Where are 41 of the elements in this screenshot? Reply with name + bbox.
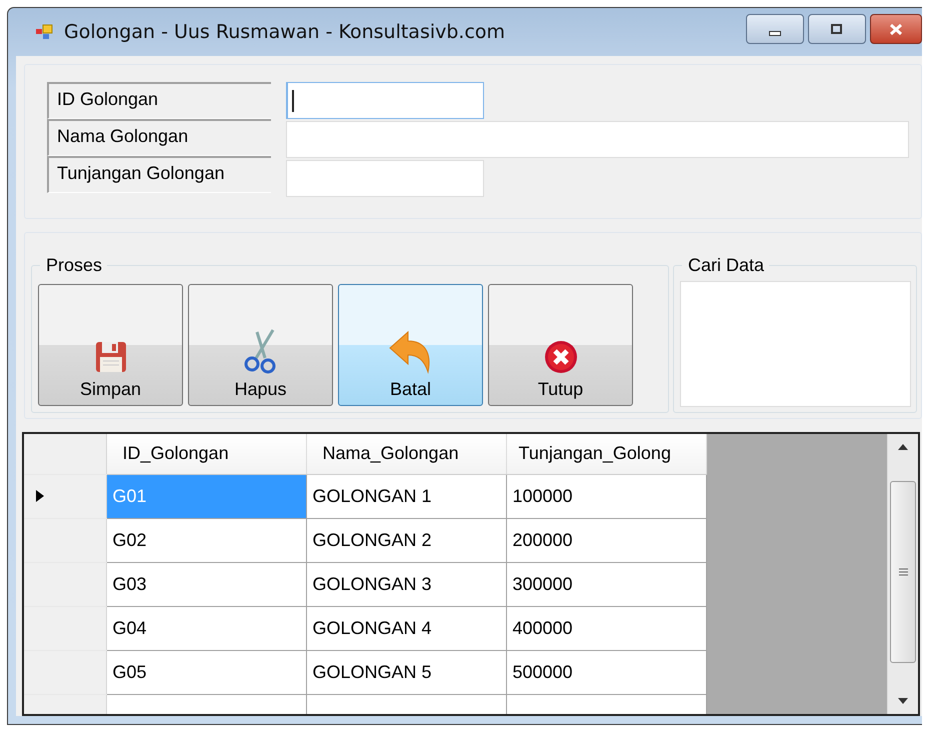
table-cell: GOLONGAN 2: [306, 518, 506, 562]
table-cell: 100000: [506, 474, 706, 518]
table-cell: GOLONGAN 1: [306, 474, 506, 518]
field-label: ID Golongan: [47, 82, 271, 119]
table-cell: G03: [106, 562, 306, 606]
toolbar-button[interactable]: Hapus: [188, 284, 333, 406]
table-cell: G05: [106, 650, 306, 694]
scroll-thumb[interactable]: [890, 481, 916, 663]
toolbar-button[interactable]: Tutup: [488, 284, 633, 406]
table-cell: GOLONGAN 3: [306, 562, 506, 606]
input-field[interactable]: [286, 82, 484, 119]
table-cell: G04: [106, 606, 306, 650]
column-header[interactable]: ID_Golongan: [106, 434, 306, 474]
column-header[interactable]: Tunjangan_Golong: [506, 434, 706, 474]
input-field[interactable]: [286, 160, 484, 197]
maximize-button[interactable]: [808, 14, 866, 44]
table-cell: GOLONGAN 5: [306, 650, 506, 694]
field-label: Tunjangan Golongan: [47, 156, 271, 193]
close-circle-icon: [544, 340, 578, 374]
table-cell: GOLONGAN 4: [306, 606, 506, 650]
scissors-icon: [242, 328, 278, 374]
scroll-up-icon[interactable]: [898, 444, 908, 450]
minimize-icon: [769, 30, 781, 36]
column-header[interactable]: Nama_Golongan: [306, 434, 506, 474]
search-field[interactable]: [680, 281, 911, 407]
minimize-button[interactable]: [746, 14, 804, 44]
toolbar-button[interactable]: Batal: [338, 284, 483, 406]
close-button[interactable]: [870, 14, 922, 44]
window-title: Golongan - Uus Rusmawan - Konsultasivb.com: [64, 21, 506, 43]
scrollbar[interactable]: [887, 434, 918, 714]
table-cell: G01: [106, 474, 306, 518]
field-label: Nama Golongan: [47, 119, 271, 156]
table-cell: 300000: [506, 562, 706, 606]
table-cell: 400000: [506, 606, 706, 650]
app-icon: [36, 24, 54, 40]
table-cell: 500000: [506, 650, 706, 694]
toolbar-button[interactable]: Simpan: [38, 284, 183, 406]
table-cell: 200000: [506, 518, 706, 562]
input-field[interactable]: [286, 121, 909, 158]
scroll-down-icon[interactable]: [898, 698, 908, 704]
table-cell: G02: [106, 518, 306, 562]
